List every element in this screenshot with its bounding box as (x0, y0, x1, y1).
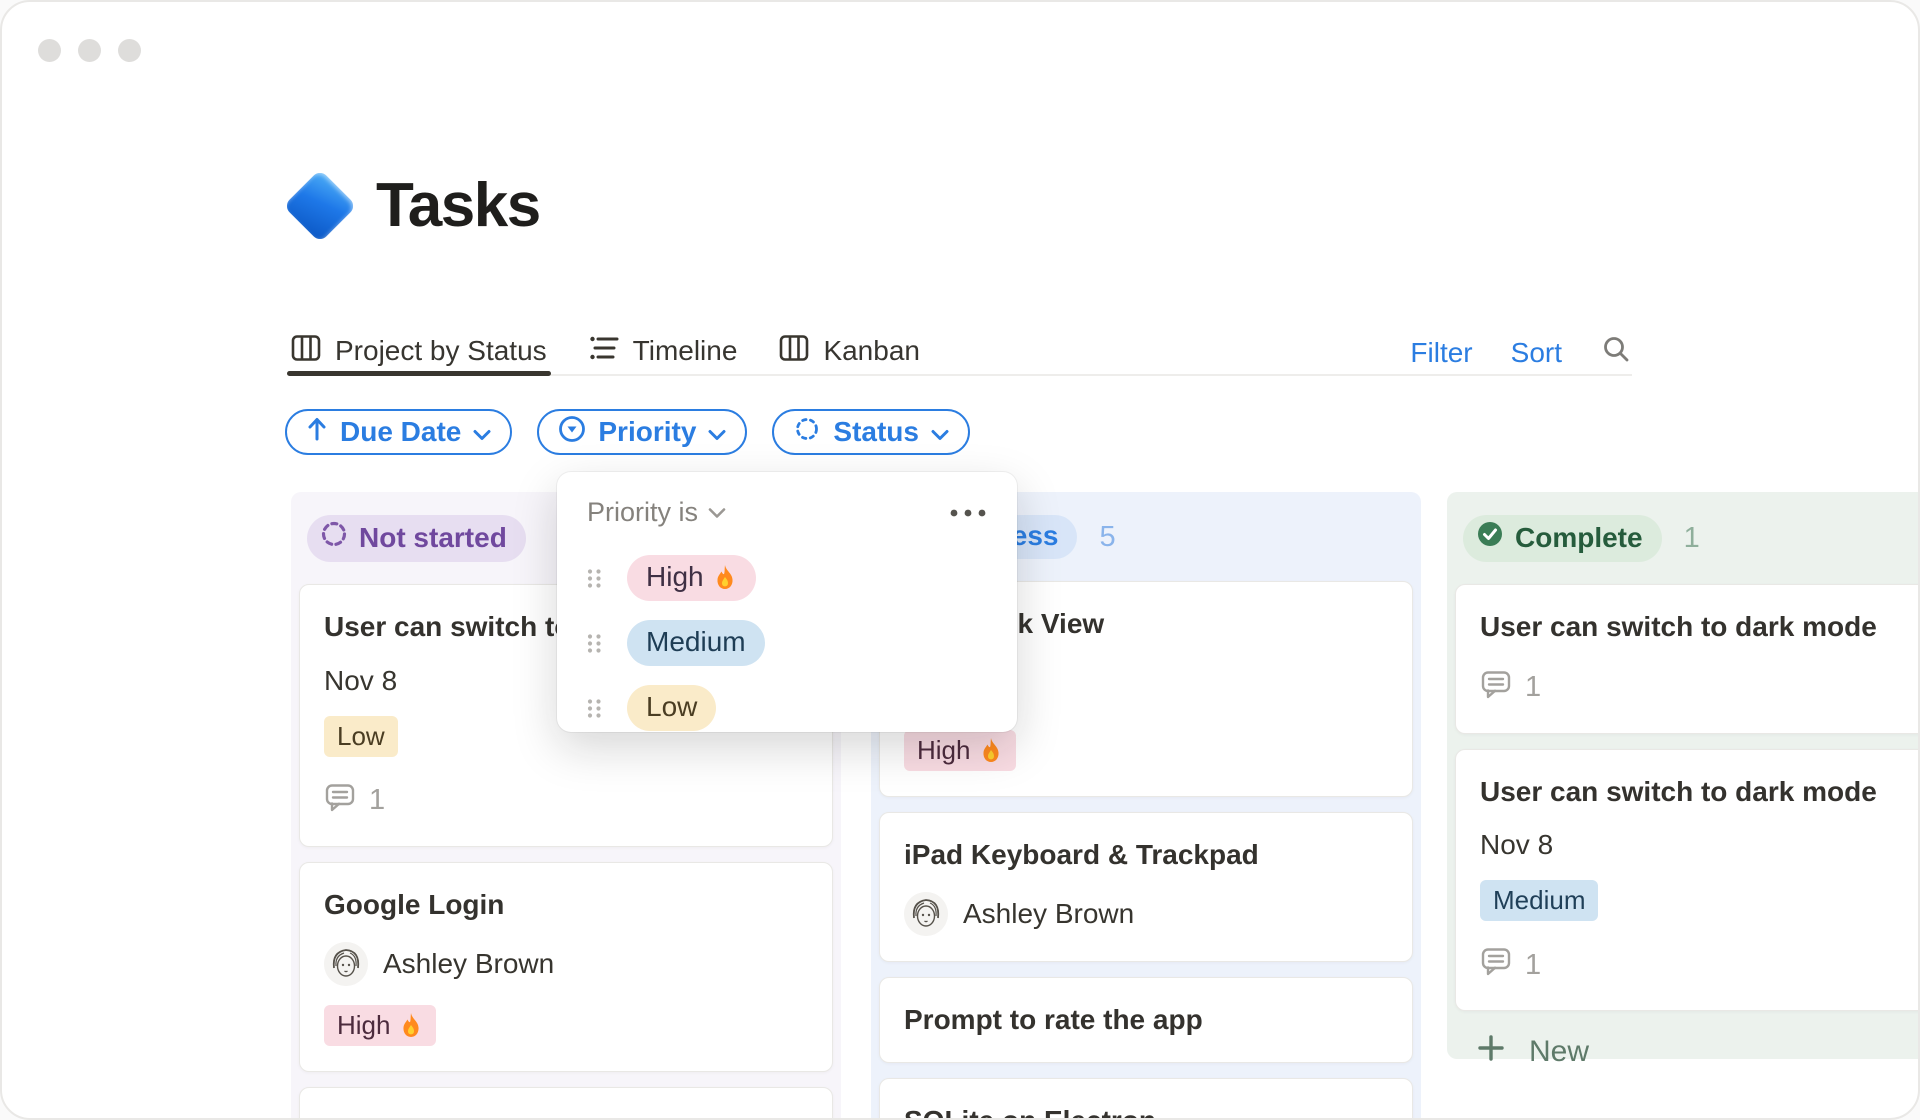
chevron-down-icon (931, 416, 949, 448)
assignee-name: Ashley Brown (383, 948, 555, 980)
tab-kanban[interactable]: Kanban (779, 328, 920, 374)
comment-count: 1 (1480, 945, 1918, 985)
arrow-up-icon (306, 416, 328, 449)
task-card[interactable]: iPad Keyboard & Trackpad Ashley Brown (879, 811, 1413, 963)
priority-select-icon (558, 415, 586, 450)
card-title: iPad Keyboard & Trackpad (904, 838, 1259, 870)
card-title: SQLite on Electron (904, 1104, 1388, 1118)
add-new-card-button[interactable]: New (1447, 1020, 1918, 1084)
priority-option-low[interactable]: Low (587, 682, 987, 734)
card-title: Google Login (324, 888, 505, 920)
chevron-down-icon (708, 416, 726, 448)
tab-timeline[interactable]: Timeline (589, 328, 738, 374)
priority-tag-low: Low (324, 715, 398, 757)
tab-label: Project by Status (335, 335, 547, 366)
card-title: User can switch to dark mode (1480, 775, 1877, 807)
priority-option-medium[interactable]: Medium (587, 617, 987, 669)
tab-project-by-status[interactable]: Project by Status (287, 328, 551, 376)
task-card[interactable]: Prompt to rate the app (879, 977, 1413, 1063)
priority-tag-medium: Medium (1480, 880, 1599, 922)
column-count: 1 (1683, 522, 1700, 554)
kanban-view-icon (779, 334, 809, 369)
card-title: Prompt to rate the app (904, 1004, 1203, 1036)
ellipsis-icon[interactable] (949, 508, 987, 518)
comment-count: 1 (324, 781, 808, 821)
status-filter-pill[interactable]: Status (772, 409, 970, 455)
priority-filter-dropdown: Priority is High Medium Low (557, 472, 1017, 732)
chevron-down-icon (473, 416, 491, 448)
column-complete: Complete 1 User can switch to dark mode … (1447, 492, 1918, 1068)
filter-button[interactable]: Filter (1410, 337, 1472, 369)
page-header: Tasks (283, 168, 541, 243)
blue-diamond-icon (283, 168, 357, 243)
card-due-date: Nov 8 (1480, 829, 1554, 861)
page-title: Tasks (376, 171, 541, 240)
plus-icon (1477, 1034, 1505, 1070)
status-spinner-icon (793, 415, 821, 450)
fire-icon (983, 737, 1000, 762)
status-badge[interactable]: Complete (1463, 515, 1662, 562)
drag-handle-icon[interactable] (587, 568, 602, 589)
board-view-icon (291, 334, 321, 369)
avatar (324, 942, 368, 987)
task-card[interactable]: Anonymous user shouldn’t be able (299, 1087, 833, 1118)
priority-tag-high: High (324, 1005, 437, 1047)
status-badge[interactable]: Not started (307, 515, 526, 562)
comment-icon (1480, 668, 1512, 708)
task-card[interactable]: User can switch to dark mode Nov 8 Mediu… (1455, 748, 1918, 1012)
search-icon[interactable] (1600, 334, 1632, 373)
comment-icon (1480, 945, 1512, 985)
task-card[interactable]: SQLite on Electron (879, 1077, 1413, 1118)
task-card[interactable]: User can switch to dark mode 1 (1455, 584, 1918, 734)
assignee-row: Ashley Brown (904, 892, 1388, 937)
dashed-circle-icon (320, 520, 348, 555)
tab-label: Timeline (632, 335, 738, 366)
chevron-down-icon (708, 507, 726, 518)
task-card[interactable]: Google Login Ashley Brown High (299, 861, 833, 1073)
avatar (904, 892, 948, 937)
comment-icon (324, 781, 356, 821)
app-window: Tasks Project by Status Timeline Kanban … (0, 0, 1920, 1120)
due-date-filter-pill[interactable]: Due Date (285, 409, 513, 455)
column-name: Not started (359, 521, 507, 553)
assignee-name: Ashley Brown (963, 898, 1135, 930)
comment-count: 1 (1480, 668, 1918, 708)
assignee-row: Ashley Brown (324, 942, 808, 987)
card-title: Anonymous user shouldn’t be able (324, 1113, 808, 1118)
view-tab-bar: Project by Status Timeline Kanban Filter… (287, 328, 1632, 376)
fire-icon (403, 1013, 420, 1038)
window-minimize-button[interactable] (78, 39, 101, 62)
pill-label: Priority (598, 416, 697, 447)
new-button-label: New (1529, 1035, 1590, 1069)
column-count: 5 (1099, 520, 1116, 553)
fire-icon (717, 565, 733, 589)
priority-option-high[interactable]: High (587, 552, 987, 604)
pill-label: Due Date (340, 416, 462, 447)
check-circle-icon (1476, 520, 1504, 555)
drag-handle-icon[interactable] (587, 633, 602, 654)
priority-filter-pill[interactable]: Priority (537, 409, 748, 455)
column-name: Complete (1515, 521, 1643, 553)
priority-tag-high: High (904, 729, 1017, 771)
filter-pill-row: Due Date Priority Status (285, 409, 970, 455)
pill-label: Status (833, 416, 919, 447)
card-title: User can switch to dark mode (1480, 611, 1877, 642)
window-close-button[interactable] (38, 39, 61, 62)
sort-button[interactable]: Sort (1511, 337, 1562, 369)
window-controls (38, 39, 141, 62)
window-zoom-button[interactable] (118, 39, 141, 62)
tab-label: Kanban (823, 335, 920, 366)
column-header: Complete 1 (1447, 492, 1918, 562)
timeline-view-icon (589, 335, 619, 368)
dropdown-rule-selector[interactable]: Priority is (587, 497, 726, 528)
drag-handle-icon[interactable] (587, 698, 602, 719)
